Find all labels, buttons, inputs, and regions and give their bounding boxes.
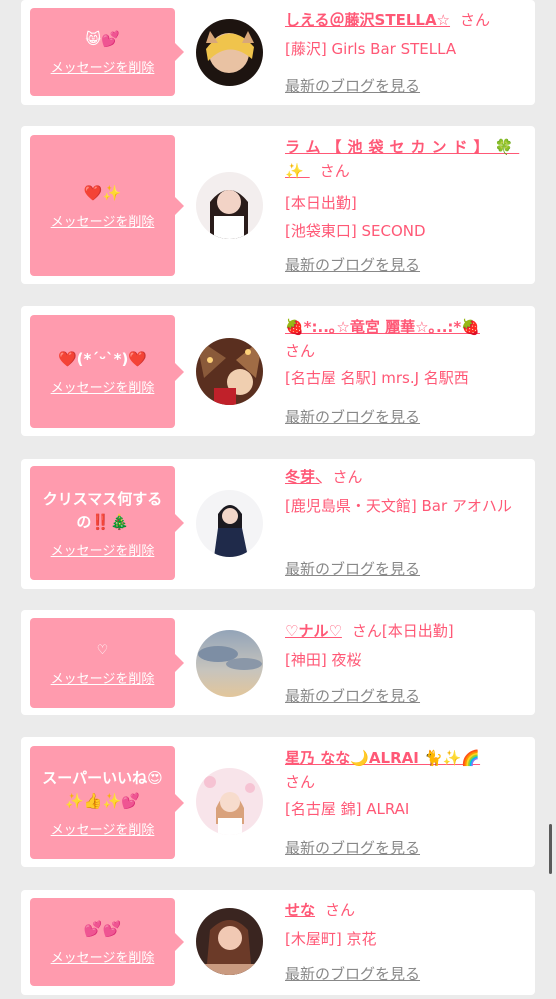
shop-label: [名古屋 錦] ALRAI [285, 800, 410, 818]
avatar-photo [196, 490, 263, 557]
user-name-link[interactable]: せな [285, 901, 315, 919]
shop-label: [鹿児島県・天文館] Bar アオハル [285, 497, 512, 515]
message-text: クリスマス何するの‼️🎄 [42, 489, 163, 531]
latest-blog-link[interactable]: 最新のブログを見る [285, 406, 420, 427]
message-bubble: ❤️(*´ᵕ`*)❤️ メッセージを削除 [30, 315, 184, 428]
delete-message-link[interactable]: メッセージを削除 [51, 947, 155, 966]
status-label: [本日出勤] [381, 622, 454, 640]
delete-message-link[interactable]: メッセージを削除 [51, 211, 155, 230]
message-bubble: スーパーいいね😍✨👍✨💕 メッセージを削除 [30, 746, 184, 859]
card-info: ラム【池袋セカンド】🍀✨ さん [本日出勤] [池袋東口] SECOND [285, 135, 530, 243]
avatar-photo [196, 908, 263, 975]
avatar[interactable] [196, 908, 263, 975]
avatar[interactable] [196, 172, 263, 239]
card-info: ♡ナル♡ さん[本日出勤] [神田] 夜桜 [285, 619, 530, 672]
message-bubble: ♡ メッセージを削除 [30, 618, 184, 708]
avatar-photo [196, 19, 263, 86]
honorific: さん [351, 622, 382, 640]
shop-label: [池袋東口] SECOND [285, 222, 426, 240]
message-text: ❤️(*´ᵕ`*)❤️ [57, 349, 148, 368]
honorific: さん [285, 773, 316, 791]
user-name-link[interactable]: 星乃 なな🌙ALRAI 🐈✨🌈 [285, 749, 480, 767]
user-name-link[interactable]: 🍓*:..｡☆竜宮 麗華☆｡..:*🍓 [285, 318, 480, 336]
delete-message-link[interactable]: メッセージを削除 [51, 668, 155, 687]
honorific: さん [332, 468, 363, 486]
message-text: 💕💕 [83, 920, 122, 938]
avatar-photo [196, 172, 263, 239]
message-card: 😸💕 メッセージを削除 しえる＠藤沢STELLA☆ さん [藤沢] Girls B… [21, 0, 535, 105]
message-bubble: ❤️✨ メッセージを削除 [30, 135, 184, 276]
message-bubble: 💕💕 メッセージを削除 [30, 898, 184, 986]
honorific: さん [285, 342, 316, 360]
avatar[interactable] [196, 768, 263, 835]
avatar[interactable] [196, 19, 263, 86]
message-card: ❤️✨ メッセージを削除 ラム【池袋セカンド】🍀✨ さん [本日出勤] [池袋東口… [21, 126, 535, 284]
honorific: さん [319, 162, 350, 180]
shop-label: [藤沢] Girls Bar STELLA [285, 40, 457, 58]
message-bubble: クリスマス何するの‼️🎄 メッセージを削除 [30, 466, 184, 580]
latest-blog-link[interactable]: 最新のブログを見る [285, 254, 420, 275]
avatar[interactable] [196, 630, 263, 697]
message-card: スーパーいいね😍✨👍✨💕 メッセージを削除 星乃 なな🌙ALRAI 🐈✨🌈 さん … [21, 737, 535, 867]
latest-blog-link[interactable]: 最新のブログを見る [285, 685, 420, 706]
avatar[interactable] [196, 338, 263, 405]
avatar-photo [196, 338, 263, 405]
honorific: さん [325, 901, 356, 919]
user-name-link[interactable]: ♡ナル♡ [285, 622, 342, 640]
latest-blog-link[interactable]: 最新のブログを見る [285, 558, 420, 579]
avatar-photo [196, 768, 263, 835]
avatar-photo [196, 630, 263, 697]
message-card: クリスマス何するの‼️🎄 メッセージを削除 冬芽⸜ さん [鹿児島県・天文館] B… [21, 459, 535, 589]
message-card: ❤️(*´ᵕ`*)❤️ メッセージを削除 🍓*:..｡☆竜宮 麗華☆｡..:*🍓… [21, 306, 535, 436]
avatar[interactable] [196, 490, 263, 557]
message-text: スーパーいいね😍✨👍✨💕 [42, 769, 163, 810]
status-label: [本日出勤] [285, 194, 357, 212]
message-bubble: 😸💕 メッセージを削除 [30, 8, 184, 96]
shop-label: [神田] 夜桜 [285, 651, 362, 669]
latest-blog-link[interactable]: 最新のブログを見る [285, 963, 420, 984]
shop-label: [名古屋 名駅] mrs.J 名駅西 [285, 369, 469, 387]
message-text: 😸💕 [85, 30, 120, 48]
card-info: 冬芽⸜ さん [鹿児島県・天文館] Bar アオハル [285, 466, 530, 518]
message-text: ❤️✨ [83, 183, 122, 202]
delete-message-link[interactable]: メッセージを削除 [51, 819, 155, 838]
honorific: さん [460, 11, 491, 29]
card-info: 🍓*:..｡☆竜宮 麗華☆｡..:*🍓 さん [名古屋 名駅] mrs.J 名駅西 [285, 315, 530, 390]
user-name-link[interactable]: しえる＠藤沢STELLA☆ [285, 11, 450, 29]
latest-blog-link[interactable]: 最新のブログを見る [285, 837, 420, 858]
message-text: ♡ [96, 643, 109, 658]
card-info: しえる＠藤沢STELLA☆ さん [藤沢] Girls Bar STELLA [285, 9, 530, 61]
message-card: 💕💕 メッセージを削除 せな さん [木屋町] 京花 最新のブログを見る [21, 890, 535, 995]
delete-message-link[interactable]: メッセージを削除 [51, 540, 155, 559]
message-card: ♡ メッセージを削除 ♡ナル♡ さん[本日出勤] [神田] 夜桜 最新のブログを見… [21, 610, 535, 715]
shop-label: [木屋町] 京花 [285, 930, 377, 948]
delete-message-link[interactable]: メッセージを削除 [51, 377, 155, 396]
card-info: せな さん [木屋町] 京花 [285, 899, 530, 951]
delete-message-link[interactable]: メッセージを削除 [51, 57, 155, 76]
latest-blog-link[interactable]: 最新のブログを見る [285, 75, 420, 96]
user-name-link[interactable]: 冬芽⸜ [285, 468, 323, 486]
card-info: 星乃 なな🌙ALRAI 🐈✨🌈 さん [名古屋 錦] ALRAI [285, 746, 530, 821]
scrollbar[interactable] [549, 824, 552, 874]
